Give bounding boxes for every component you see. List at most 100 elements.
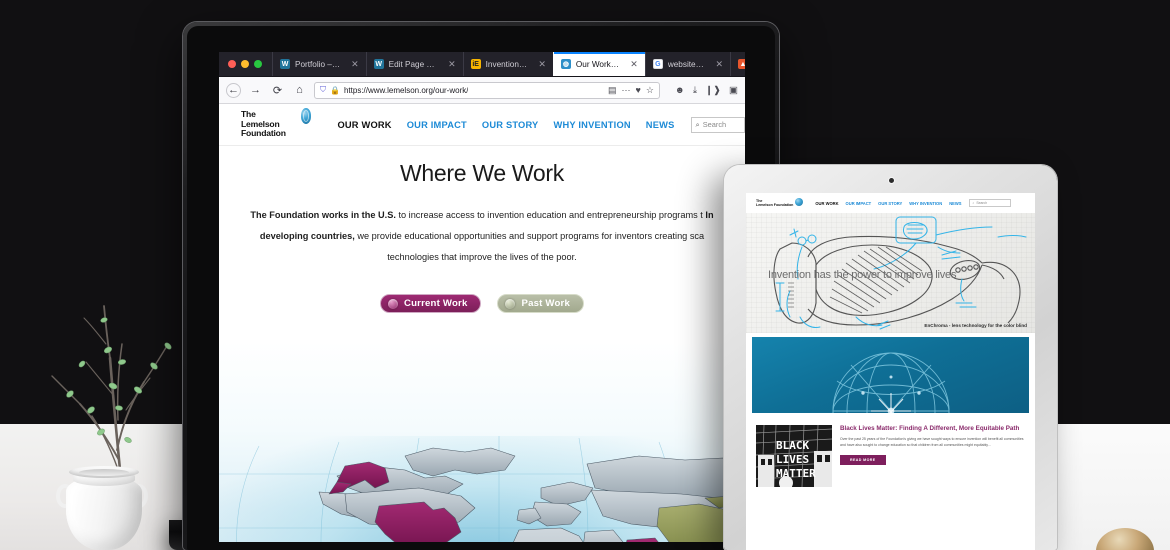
site-logo[interactable]: The Lemelson Foundation: [241, 108, 312, 139]
nav-item-news[interactable]: NEWS: [646, 120, 675, 130]
shield-icon[interactable]: ⛉: [320, 85, 326, 95]
vectors-icon: ▲: [738, 59, 745, 69]
minimize-window-icon[interactable]: [241, 60, 249, 68]
close-tab-icon[interactable]: ✕: [709, 59, 723, 70]
article-title[interactable]: Black Lives Matter: Finding A Different,…: [840, 425, 1025, 433]
browser-tab-5[interactable]: ▲ Website mockup Vectors, Phot: [730, 52, 745, 76]
world-map-graphic: [219, 436, 745, 542]
tablet-nav-item-news[interactable]: NEWS: [949, 201, 961, 206]
tablet-hero-headline: Invention has the power to improve lives: [768, 269, 957, 281]
reader-view-icon[interactable]: ▤: [608, 85, 617, 96]
globe-icon: [795, 198, 804, 206]
downloads-icon[interactable]: ⤓: [693, 85, 697, 96]
read-more-button[interactable]: READ MORE: [840, 455, 886, 466]
tablet-article[interactable]: BLACK LIVES MATTER Black Lives Matter: F…: [746, 413, 1035, 487]
search-placeholder: Search: [702, 120, 727, 129]
close-window-icon[interactable]: [228, 60, 236, 68]
browser-tab-3[interactable]: ◍ Our Work | The Lemelson Foun ✕: [552, 52, 645, 76]
nav-item-our-story[interactable]: OUR STORY: [482, 120, 539, 130]
past-work-button[interactable]: Past Work: [497, 294, 585, 313]
browser-tab-0[interactable]: W Portfolio – Pam Kahl ✕: [272, 52, 366, 76]
address-bar[interactable]: ⛉ 🔒 https://www.lemelson.org/our-work/ ▤…: [314, 81, 660, 99]
svg-text:BLACK: BLACK: [776, 439, 809, 452]
back-icon[interactable]: ←: [226, 82, 241, 98]
browser-tab-title: Portfolio – Pam Kahl: [295, 59, 340, 69]
browser-tab-title: Edit Page ‹ Pam Kahl — WordP: [388, 59, 437, 69]
tablet-banner[interactable]: [752, 337, 1029, 413]
tablet-screen: The Lemelson Foundation OUR WORK OUR IMP…: [746, 193, 1035, 550]
globe-icon: [300, 108, 312, 125]
window-controls[interactable]: [219, 52, 272, 76]
nav-item-why-invention[interactable]: WHY INVENTION: [553, 120, 630, 130]
hero-para-rest-2: we provide educational opportunities and…: [354, 231, 705, 241]
bookmark-star-icon[interactable]: ☆: [646, 85, 654, 96]
hero-section: Where We Work The Foundation works in th…: [219, 146, 745, 542]
browser-tab-title: website mockup psd - Google: [667, 59, 705, 69]
led-icon: [505, 298, 516, 309]
black-lives-matter-art-icon: BLACK LIVES MATTER: [756, 425, 832, 487]
nav-item-our-work[interactable]: OUR WORK: [337, 120, 391, 130]
google-icon: G: [652, 59, 663, 69]
tablet-hero[interactable]: Invention has the power to improve lives…: [746, 213, 1035, 333]
scene-backdrop: W Portfolio – Pam Kahl ✕ W Edit Page ‹ P…: [0, 0, 1170, 550]
browser-tab-4[interactable]: G website mockup psd - Google ✕: [644, 52, 730, 76]
sidebar-icon[interactable]: ▣: [729, 85, 738, 96]
search-input[interactable]: ⌕ Search: [690, 116, 745, 133]
tablet-camera-icon: [889, 178, 894, 183]
work-filter-buttons: Current Work Past Work: [219, 294, 745, 313]
close-tab-icon[interactable]: ✕: [624, 59, 638, 70]
tablet-nav-item-our-impact[interactable]: OUR IMPACT: [846, 201, 872, 206]
lemelson-website: The Lemelson Foundation OUR WORK OUR IMP…: [219, 104, 745, 542]
browser-tab-2[interactable]: iE Invention Education ✕: [462, 52, 553, 76]
site-header: The Lemelson Foundation OUR WORK OUR IMP…: [219, 104, 745, 146]
wordpress-icon: W: [373, 59, 384, 69]
tablet-site-header: The Lemelson Foundation OUR WORK OUR IMP…: [746, 193, 1035, 213]
past-work-label: Past Work: [521, 298, 571, 309]
hero-para-bold-1: The Foundation works in the U.S.: [250, 210, 396, 220]
laptop-screen: W Portfolio – Pam Kahl ✕ W Edit Page ‹ P…: [219, 52, 745, 542]
library-icon[interactable]: ❙❱: [705, 85, 721, 96]
globe-network-icon: [832, 352, 949, 413]
lock-icon[interactable]: 🔒: [330, 86, 340, 95]
tablet-brand-line-2: Lemelson Foundation: [756, 203, 794, 207]
close-tab-icon[interactable]: ✕: [532, 59, 546, 70]
article-excerpt: Over the past 25 years of the Foundation…: [840, 437, 1024, 447]
tablet-search-input[interactable]: ⌕ Search: [969, 199, 1012, 207]
tablet-nav-item-why-invention[interactable]: WHY INVENTION: [909, 201, 942, 206]
close-tab-icon[interactable]: ✕: [345, 59, 359, 70]
current-work-label: Current Work: [403, 298, 468, 309]
search-icon: ⌕: [695, 119, 700, 129]
browser-tab-strip: W Portfolio – Pam Kahl ✕ W Edit Page ‹ P…: [219, 52, 745, 77]
hero-para-rest-1: to increase access to invention educatio…: [395, 210, 703, 220]
tablet-site-logo[interactable]: The Lemelson Foundation: [756, 198, 804, 207]
reload-icon[interactable]: ⟳: [270, 83, 285, 98]
close-tab-icon[interactable]: ✕: [442, 59, 456, 70]
forward-icon[interactable]: →: [248, 83, 263, 98]
svg-text:LIVES: LIVES: [776, 453, 809, 466]
world-map[interactable]: [219, 436, 745, 542]
browser-tab-1[interactable]: W Edit Page ‹ Pam Kahl — WordP ✕: [365, 52, 463, 76]
current-work-button[interactable]: Current Work: [379, 294, 482, 313]
invention-education-icon: iE: [470, 59, 481, 69]
wordpress-icon: W: [280, 59, 290, 69]
browser-tab-title: Invention Education: [485, 59, 528, 69]
home-icon[interactable]: ⌂: [292, 83, 307, 98]
vase-mouth: [79, 469, 129, 476]
lemelson-icon: ◍: [560, 59, 571, 69]
led-icon: [387, 298, 398, 309]
tablet-nav-item-our-story[interactable]: OUR STORY: [878, 201, 902, 206]
article-thumbnail[interactable]: BLACK LIVES MATTER: [756, 425, 832, 487]
tablet-device: The Lemelson Foundation OUR WORK OUR IMP…: [724, 165, 1057, 550]
browser-tab-title: Our Work | The Lemelson Foun: [575, 59, 619, 69]
tablet-nav-item-our-work[interactable]: OUR WORK: [815, 201, 838, 206]
nav-item-our-impact[interactable]: OUR IMPACT: [407, 120, 467, 130]
browser-toolbar-icons: ☻ ⤓ ❙❱ ▣: [667, 85, 738, 96]
hero-para-line-3: technologies that improve the lives of t…: [387, 252, 577, 262]
search-icon: ⌕: [972, 201, 975, 205]
pocket-icon[interactable]: ♥: [635, 85, 640, 95]
tablet-hero-caption: EnChroma - lens technology for the color…: [924, 323, 1027, 328]
account-icon[interactable]: ☻: [675, 85, 685, 96]
page-actions-icon[interactable]: ···: [621, 85, 630, 95]
zoom-window-icon[interactable]: [254, 60, 262, 68]
brand-line-2: Lemelson Foundation: [241, 118, 286, 139]
